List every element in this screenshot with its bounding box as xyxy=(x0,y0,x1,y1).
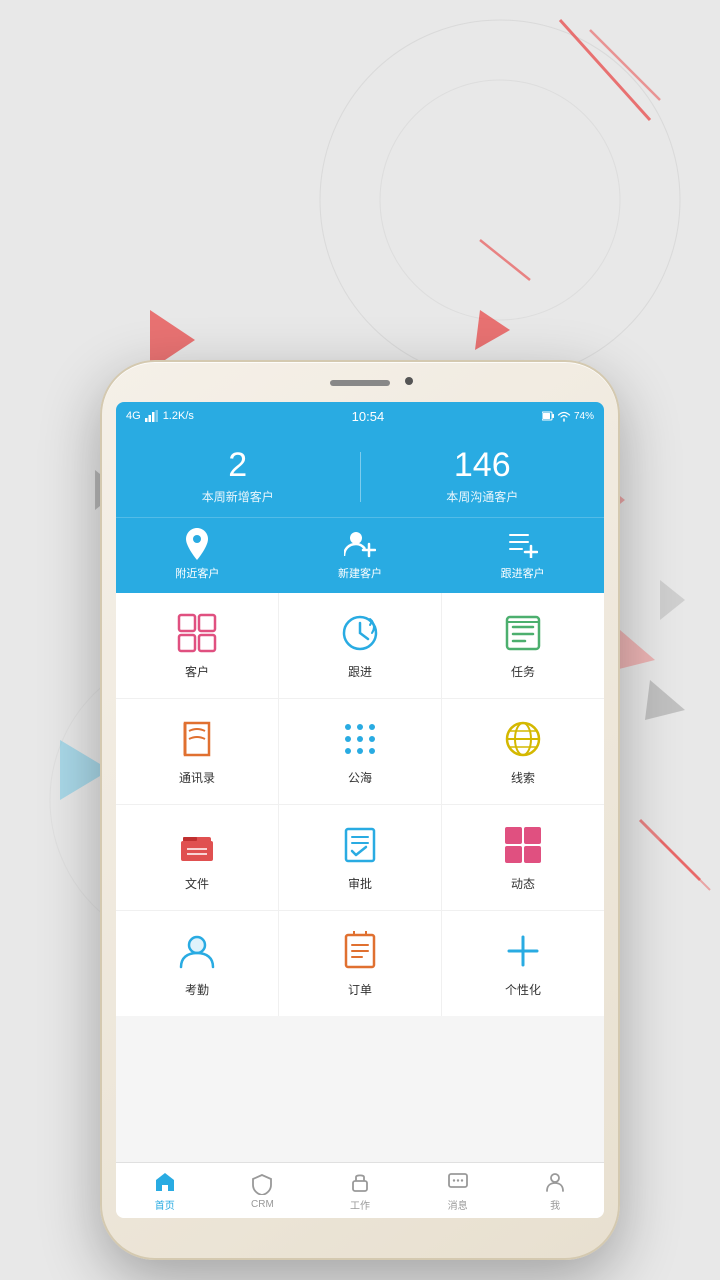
followup-label: 跟进 xyxy=(348,663,372,680)
dynamic-label: 动态 xyxy=(511,875,535,892)
battery-percent: 74% xyxy=(574,411,594,422)
customer-label: 客户 xyxy=(185,663,209,680)
nav-message[interactable]: 消息 xyxy=(409,1163,507,1218)
home-icon xyxy=(153,1170,177,1194)
menu-row-2: 通讯录 xyxy=(116,699,604,805)
file-icon xyxy=(175,823,219,867)
speed-label: 1.2K/s xyxy=(163,410,194,422)
menu-item-approve[interactable]: 审批 xyxy=(279,805,442,910)
nearby-label: 附近客户 xyxy=(175,565,219,581)
menu-row-3: 文件 审批 xyxy=(116,805,604,911)
clue-label: 线索 xyxy=(511,769,535,786)
wifi-icon xyxy=(557,410,571,422)
menu-row-1: 客户 跟进 xyxy=(116,593,604,699)
time-display: 10:54 xyxy=(352,409,385,424)
location-icon xyxy=(181,528,213,560)
new-client-label: 新建客户 xyxy=(338,565,382,581)
signal-icon xyxy=(145,410,159,422)
status-bar: 4G 1.2K/s 10:54 xyxy=(116,402,604,430)
approve-label: 审批 xyxy=(348,875,372,892)
nav-me[interactable]: 我 xyxy=(506,1163,604,1218)
new-customers-number: 2 xyxy=(116,448,360,482)
contact-customers-label: 本周沟通客户 xyxy=(361,488,605,505)
stats-header: 2 本周新增客户 146 本周沟通客户 xyxy=(116,430,604,517)
lock-icon xyxy=(348,1170,372,1194)
status-right: 74% xyxy=(542,410,594,422)
public-icon xyxy=(338,717,382,761)
menu-item-public[interactable]: 公海 xyxy=(279,699,442,804)
menu-item-followup[interactable]: 跟进 xyxy=(279,593,442,698)
contact-customers-number: 146 xyxy=(361,448,605,482)
phone-speaker xyxy=(330,380,390,386)
quick-action-nearby[interactable]: 附近客户 xyxy=(116,528,279,581)
menu-item-customer[interactable]: 客户 xyxy=(116,593,279,698)
followup-icon xyxy=(338,611,382,655)
follow-label: 跟进客户 xyxy=(501,565,545,581)
nav-crm-label: CRM xyxy=(251,1199,274,1210)
bottom-nav: 首页 CRM 工作 xyxy=(116,1162,604,1218)
add-list-icon xyxy=(507,528,539,560)
menu-item-file[interactable]: 文件 xyxy=(116,805,279,910)
task-icon xyxy=(501,611,545,655)
menu-item-order[interactable]: 订单 xyxy=(279,911,442,1016)
quick-action-follow[interactable]: 跟进客户 xyxy=(441,528,604,581)
attendance-icon xyxy=(175,929,219,973)
nav-crm[interactable]: CRM xyxy=(214,1163,312,1218)
customize-label: 个性化 xyxy=(505,981,541,998)
phone-screen: 4G 1.2K/s 10:54 xyxy=(116,402,604,1218)
public-label: 公海 xyxy=(348,769,372,786)
stat-new-customers: 2 本周新增客户 xyxy=(116,448,360,505)
menu-row-4: 考勤 订单 xyxy=(116,911,604,1016)
approve-icon xyxy=(338,823,382,867)
menu-item-customize[interactable]: 个性化 xyxy=(442,911,604,1016)
nav-message-label: 消息 xyxy=(448,1197,468,1212)
task-label: 任务 xyxy=(511,663,535,680)
stat-contact-customers: 146 本周沟通客户 xyxy=(361,448,605,505)
nav-work[interactable]: 工作 xyxy=(311,1163,409,1218)
phone-camera xyxy=(405,377,413,385)
attendance-label: 考勤 xyxy=(185,981,209,998)
quick-actions-bar: 附近客户 新建客户 xyxy=(116,517,604,593)
menu-item-clue[interactable]: 线索 xyxy=(442,699,604,804)
menu-item-contacts[interactable]: 通讯录 xyxy=(116,699,279,804)
file-label: 文件 xyxy=(185,875,209,892)
chat-icon xyxy=(446,1170,470,1194)
menu-item-dynamic[interactable]: 动态 xyxy=(442,805,604,910)
nav-home[interactable]: 首页 xyxy=(116,1163,214,1218)
dynamic-icon xyxy=(501,823,545,867)
order-label: 订单 xyxy=(348,981,372,998)
menu-grid: 客户 跟进 xyxy=(116,593,604,1016)
network-label: 4G xyxy=(126,410,141,422)
customer-icon xyxy=(175,611,219,655)
order-icon xyxy=(338,929,382,973)
clue-icon xyxy=(501,717,545,761)
shield-icon xyxy=(250,1172,274,1196)
phone-frame: 4G 1.2K/s 10:54 xyxy=(100,360,620,1260)
quick-action-new-client[interactable]: 新建客户 xyxy=(279,528,442,581)
battery-icon xyxy=(542,410,554,422)
menu-item-task[interactable]: 任务 xyxy=(442,593,604,698)
nav-work-label: 工作 xyxy=(350,1197,370,1212)
status-left: 4G 1.2K/s xyxy=(126,410,194,422)
person-icon xyxy=(543,1170,567,1194)
new-customers-label: 本周新增客户 xyxy=(116,488,360,505)
nav-home-label: 首页 xyxy=(155,1197,175,1212)
nav-me-label: 我 xyxy=(550,1197,560,1212)
contacts-icon xyxy=(175,717,219,761)
menu-item-attendance[interactable]: 考勤 xyxy=(116,911,279,1016)
add-person-icon xyxy=(344,528,376,560)
customize-icon xyxy=(501,929,545,973)
contacts-label: 通讯录 xyxy=(179,769,215,786)
